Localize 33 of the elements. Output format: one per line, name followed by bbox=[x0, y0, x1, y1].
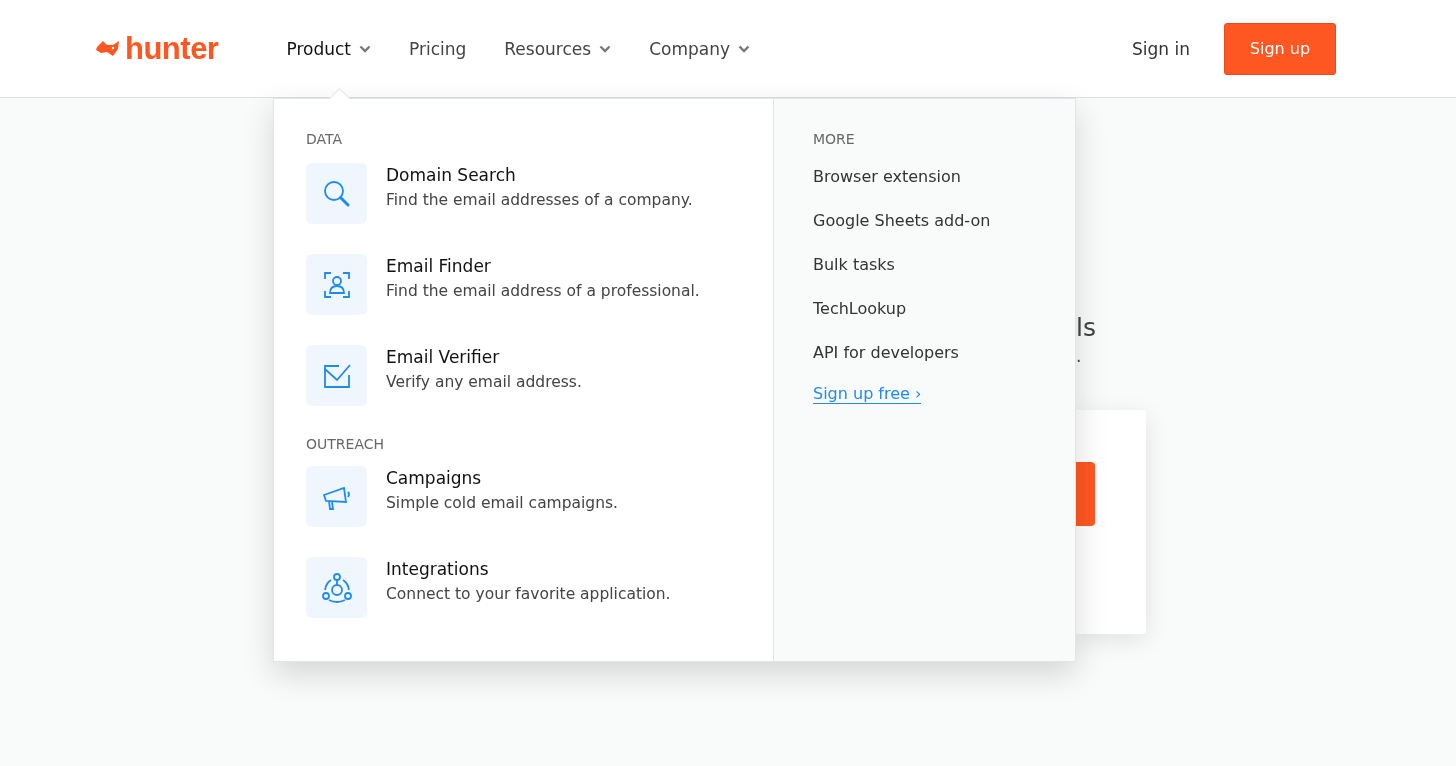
menu-link[interactable]: Browser extension bbox=[813, 167, 961, 186]
item-title: Email Verifier bbox=[386, 347, 501, 367]
fox-logo-icon bbox=[95, 38, 121, 59]
submit-button[interactable] bbox=[1076, 462, 1095, 526]
item-title: Email Finder bbox=[386, 256, 492, 276]
item-description: Simple cold email campaigns. bbox=[386, 494, 619, 512]
item-description: Verify any email address. bbox=[386, 373, 582, 391]
menu-item[interactable]: Email Verifier Verify any email address. bbox=[306, 345, 773, 406]
menu-link[interactable]: TechLookup bbox=[813, 299, 907, 318]
nav-link[interactable]: Product bbox=[286, 38, 371, 59]
network-icon bbox=[319, 570, 354, 605]
item-title: Integrations bbox=[386, 559, 490, 579]
nav-link[interactable]: Resources bbox=[504, 38, 612, 59]
item-description: Find the email address of a professional. bbox=[386, 282, 700, 300]
item-description: Find the email addresses of a company. bbox=[386, 191, 693, 209]
menu-item[interactable]: Email Finder Find the email address of a professional. bbox=[306, 254, 773, 315]
section-heading: DATA bbox=[306, 131, 344, 147]
item-description: Connect to your favorite application. bbox=[386, 585, 671, 603]
item-title: Campaigns bbox=[386, 468, 483, 488]
menu-item[interactable]: Integrations Connect to your favorite application. bbox=[306, 557, 773, 618]
body-text: . bbox=[1076, 346, 1082, 366]
menu-item[interactable]: Domain Search Find the email addresses of a company. bbox=[306, 163, 773, 224]
heading-text: ls bbox=[1076, 312, 1096, 344]
sign-in-link[interactable]: Sign in bbox=[1132, 38, 1190, 59]
menu-link[interactable]: Bulk tasks bbox=[813, 255, 895, 274]
section-heading: MORE bbox=[813, 131, 855, 147]
item-title: Domain Search bbox=[386, 165, 517, 185]
nav-link[interactable]: Company bbox=[649, 38, 750, 59]
section-heading: OUTREACH bbox=[306, 436, 386, 452]
menu-link[interactable]: Google Sheets add-on bbox=[813, 211, 991, 230]
nav-link[interactable]: Pricing bbox=[409, 38, 467, 59]
menu-link[interactable]: API for developers bbox=[813, 343, 959, 362]
menu-item[interactable]: Campaigns Simple cold email campaigns. bbox=[306, 466, 773, 527]
